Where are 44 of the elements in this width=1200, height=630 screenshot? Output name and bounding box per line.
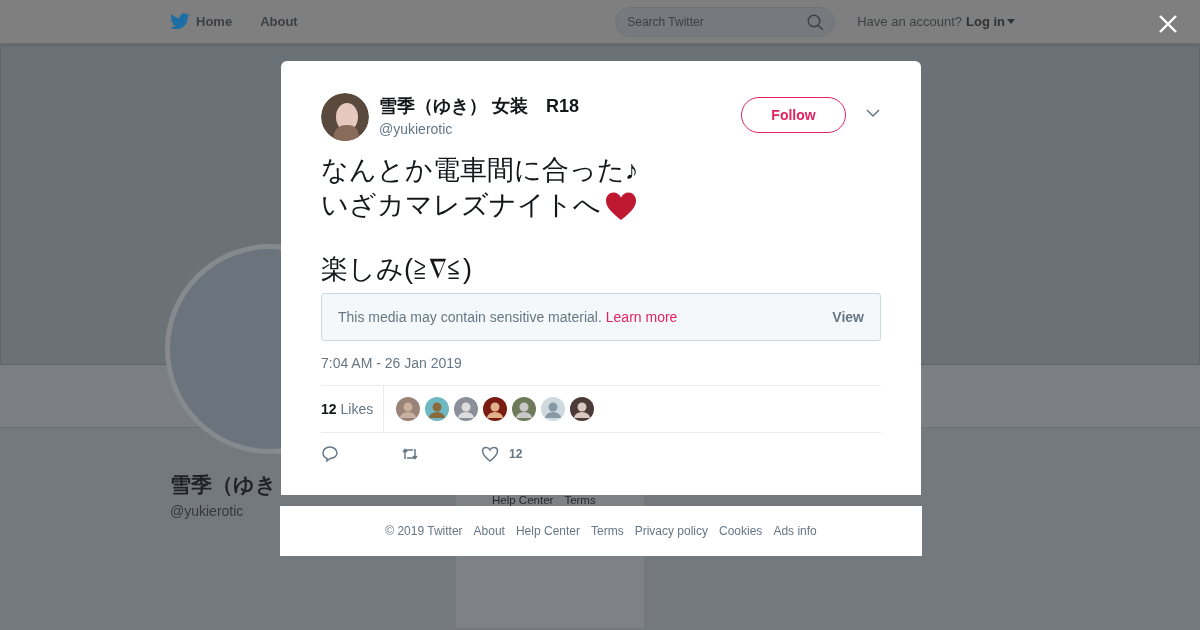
- footer-link[interactable]: About: [473, 524, 505, 538]
- avatar: [483, 397, 508, 421]
- like-button[interactable]: 12: [481, 445, 561, 463]
- footer-link[interactable]: Help Center: [492, 495, 554, 506]
- heart-icon: [605, 190, 637, 221]
- close-icon[interactable]: [1158, 14, 1178, 34]
- profile-handle: @yukierotic: [170, 503, 245, 519]
- tweet-text: なんとか電車間に合った♪: [321, 154, 639, 187]
- footer-link[interactable]: Help Center: [515, 524, 580, 538]
- avatar: [321, 93, 369, 141]
- footer-link[interactable]: Cookies: [719, 524, 763, 538]
- search-icon: [807, 13, 825, 31]
- learn-more-link[interactable]: Learn more: [605, 309, 678, 325]
- avatar: [454, 397, 479, 421]
- likes-count[interactable]: 12 Likes: [321, 386, 385, 432]
- heart-icon: [481, 445, 499, 463]
- footer-link[interactable]: Privacy policy: [634, 524, 708, 538]
- footer-link[interactable]: Terms: [564, 495, 596, 506]
- avatar: [570, 397, 595, 421]
- caret-icon: [1007, 19, 1015, 24]
- search-field[interactable]: Search Twitter: [615, 6, 836, 37]
- follow-button[interactable]: Follow: [741, 97, 846, 133]
- avatar: [512, 397, 537, 421]
- copyright: © 2019 Twitter: [385, 524, 463, 538]
- view-button[interactable]: View: [832, 309, 864, 325]
- author-handle: @yukierotic: [379, 121, 454, 137]
- reply-icon: [321, 445, 339, 463]
- avatar: [425, 397, 450, 421]
- notice-text: This media may contain sensitive material.: [338, 309, 602, 325]
- bird-logo: [170, 13, 190, 30]
- nav-link[interactable]: Home: [170, 13, 233, 30]
- account-prompt: Have an account?: [857, 14, 962, 29]
- timestamp: 7:04 AM - 26 Jan 2019: [321, 355, 463, 371]
- footer-link[interactable]: Ads info: [773, 524, 817, 538]
- avatar: [396, 397, 421, 421]
- profile-name: 雪季（ゆき: [170, 472, 278, 498]
- chevron-icon[interactable]: [866, 108, 880, 118]
- author-name: 雪季（ゆき） 女装 R18: [379, 95, 581, 118]
- login-link[interactable]: Log in: [966, 14, 1015, 29]
- nav-link[interactable]: About: [260, 14, 298, 29]
- footer-link[interactable]: Terms: [591, 524, 624, 538]
- tweet-text: 楽しみ(≧∇≦): [321, 253, 472, 286]
- avatar: [541, 397, 566, 421]
- tweet-text: いざカマレズナイトへ: [321, 189, 601, 222]
